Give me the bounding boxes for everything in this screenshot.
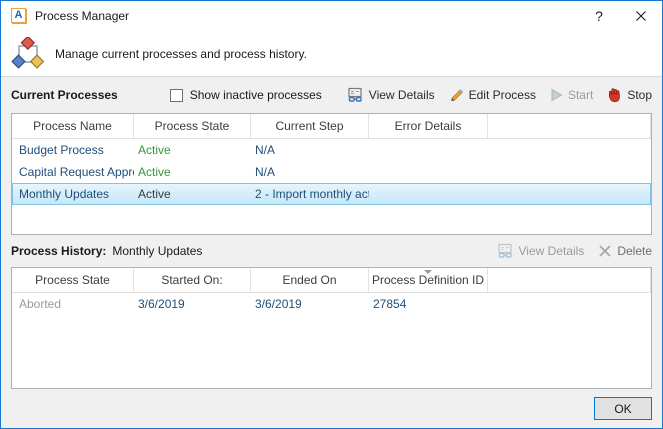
dialog-header: Manage current processes and process his… — [1, 31, 662, 77]
current-table-header-row: Process Name Process State Current Step … — [12, 114, 651, 139]
dialog-description: Manage current processes and process his… — [55, 47, 307, 61]
column-header-started-on[interactable]: Started On: — [134, 268, 251, 292]
start-button[interactable]: Start — [550, 88, 593, 102]
history-table-header-row: Process State Started On: Ended On Proce… — [12, 268, 651, 293]
dialog-body: Current Processes Show inactive processe… — [1, 77, 662, 428]
table-row[interactable]: Budget Process Active N/A — [12, 139, 651, 161]
help-button[interactable]: ? — [578, 1, 620, 31]
cell-error-details — [369, 161, 488, 183]
process-history-title: Process History: — [11, 244, 106, 258]
column-header-ended-on[interactable]: Ended On — [251, 268, 369, 292]
window-title: Process Manager — [35, 9, 129, 23]
view-details-icon — [497, 243, 514, 259]
view-details-label: View Details — [369, 88, 435, 102]
ok-button[interactable]: OK — [594, 397, 652, 420]
delete-label: Delete — [617, 244, 652, 258]
current-processes-toolbar: View Details Edit Process Start — [347, 87, 652, 103]
column-header-filler — [488, 268, 651, 292]
column-header-process-name[interactable]: Process Name — [12, 114, 134, 138]
sort-descending-icon — [424, 270, 432, 274]
process-manager-dialog: A Process Manager ? Manage current proce… — [0, 0, 663, 429]
cell-current-step: 2 - Import monthly actuals — [251, 183, 369, 205]
start-label: Start — [568, 88, 593, 102]
cell-process-state: Active — [134, 139, 251, 161]
view-details-icon — [347, 87, 364, 103]
stop-button[interactable]: Stop — [607, 87, 652, 103]
cell-process-state: Active — [134, 161, 251, 183]
app-icon: A — [11, 8, 27, 24]
title-bar: A Process Manager ? — [1, 1, 662, 31]
process-history-toolbar: View Details Delete — [497, 243, 653, 259]
table-row-selected[interactable]: Monthly Updates Active 2 - Import monthl… — [12, 183, 651, 205]
start-icon — [550, 88, 563, 102]
history-table-row[interactable]: Aborted 3/6/2019 3/6/2019 27854 — [12, 293, 651, 315]
column-header-current-step[interactable]: Current Step — [251, 114, 369, 138]
edit-process-button[interactable]: Edit Process — [449, 88, 536, 103]
current-processes-title: Current Processes — [11, 88, 118, 102]
process-history-table: Process State Started On: Ended On Proce… — [11, 267, 652, 389]
delete-button[interactable]: Delete — [598, 244, 652, 258]
view-details-button[interactable]: View Details — [347, 87, 435, 103]
column-header-process-state[interactable]: Process State — [12, 268, 134, 292]
delete-x-icon — [598, 244, 612, 258]
cell-process-name: Monthly Updates — [12, 183, 134, 205]
column-header-error-details[interactable]: Error Details — [369, 114, 488, 138]
cell-error-details — [369, 139, 488, 161]
column-header-process-state[interactable]: Process State — [134, 114, 251, 138]
process-history-header: Process History: Monthly Updates View De… — [11, 235, 652, 267]
show-inactive-label: Show inactive processes — [190, 88, 322, 102]
show-inactive-checkbox[interactable]: Show inactive processes — [170, 88, 322, 102]
cell-current-step: N/A — [251, 161, 369, 183]
history-view-details-label: View Details — [519, 244, 585, 258]
history-view-details-button[interactable]: View Details — [497, 243, 585, 259]
stop-hand-icon — [607, 87, 622, 103]
cell-process-state: Aborted — [12, 293, 134, 315]
dialog-footer: OK — [11, 389, 652, 428]
close-button[interactable] — [620, 1, 662, 31]
edit-process-label: Edit Process — [469, 88, 536, 102]
column-header-filler — [488, 114, 651, 138]
current-processes-header: Current Processes Show inactive processe… — [11, 77, 652, 113]
table-row[interactable]: Capital Request Approval Active N/A — [12, 161, 651, 183]
stop-label: Stop — [627, 88, 652, 102]
current-processes-table: Process Name Process State Current Step … — [11, 113, 652, 235]
close-icon — [635, 10, 647, 22]
column-header-process-definition-id[interactable]: Process Definition ID — [369, 268, 488, 292]
cell-error-details — [369, 183, 488, 205]
cell-process-name: Capital Request Approval — [12, 161, 134, 183]
cell-process-state: Active — [134, 183, 251, 205]
cell-ended-on: 3/6/2019 — [251, 293, 369, 315]
cell-current-step: N/A — [251, 139, 369, 161]
checkbox-box-icon[interactable] — [170, 89, 183, 102]
process-flow-icon — [11, 37, 45, 71]
process-history-subject: Monthly Updates — [112, 244, 202, 258]
cell-process-definition-id: 27854 — [369, 293, 488, 315]
cell-started-on: 3/6/2019 — [134, 293, 251, 315]
pencil-icon — [449, 88, 464, 103]
cell-process-name: Budget Process — [12, 139, 134, 161]
